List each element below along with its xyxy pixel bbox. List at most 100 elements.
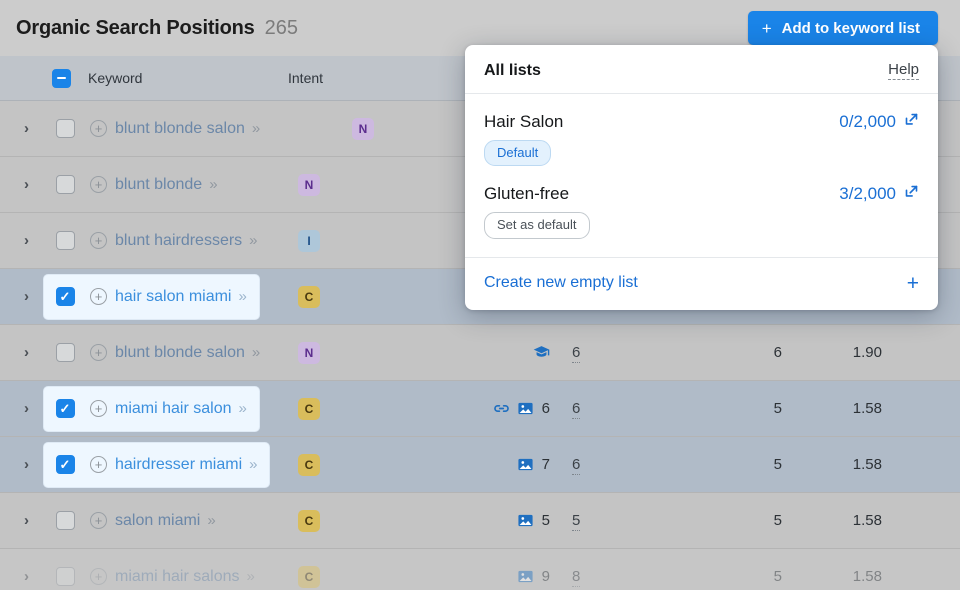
table-row[interactable]: › + miami hair salons » C 9 8 5 1.58 — [0, 549, 960, 590]
keyword-selection-cell[interactable]: + salon miami » — [44, 499, 216, 543]
keyword-list-item[interactable]: Hair Salon 0/2,000 Default — [484, 106, 919, 178]
graduation-cap-icon[interactable] — [533, 344, 550, 361]
link-icon[interactable] — [493, 400, 510, 417]
keyword-list-item[interactable]: Gluten-free 3/2,000 Set as default — [484, 178, 919, 250]
add-keyword-icon[interactable]: + — [90, 400, 107, 417]
keyword-details-chevrons-icon[interactable]: » — [249, 232, 257, 249]
intent-badge[interactable]: C — [298, 565, 320, 588]
intent-badge[interactable]: C — [298, 397, 320, 420]
metric-2-cell: 1.58 — [852, 400, 882, 417]
serp-features-cell: 6 — [408, 400, 558, 417]
keyword-selection-cell[interactable]: ✓ + hair salon miami » — [44, 274, 259, 319]
intent-badge[interactable]: N — [352, 117, 374, 140]
intent-badge[interactable]: C — [298, 509, 320, 532]
row-checkbox[interactable] — [55, 175, 75, 194]
keyword-selection-cell[interactable]: + blunt blonde salon » — [44, 107, 260, 151]
image-icon[interactable] — [517, 512, 534, 529]
add-keyword-icon[interactable]: + — [90, 288, 107, 305]
expand-row-chevron-icon[interactable]: › — [0, 400, 44, 417]
add-keyword-icon[interactable]: + — [90, 456, 107, 473]
image-icon[interactable] — [517, 568, 534, 585]
table-row[interactable]: › ✓ + miami hair salon » C 6 6 5 1.58 — [0, 381, 960, 437]
keyword-list-pill[interactable]: Set as default — [484, 212, 590, 239]
expand-row-chevron-icon[interactable]: › — [0, 344, 44, 361]
keyword-selection-cell[interactable]: ✓ + miami hair salon » — [44, 386, 259, 431]
volume-cell: 5 — [558, 511, 678, 531]
serp-features-cell — [408, 344, 558, 361]
image-icon[interactable] — [517, 456, 534, 473]
keyword-details-chevrons-icon[interactable]: » — [207, 512, 215, 529]
volume-link[interactable]: 6 — [572, 455, 581, 475]
external-link-icon[interactable] — [904, 184, 919, 204]
add-keyword-icon[interactable]: + — [90, 176, 107, 193]
keyword-details-chevrons-icon[interactable]: » — [238, 288, 246, 305]
keyword-link[interactable]: blunt blonde salon — [115, 120, 245, 138]
expand-row-chevron-icon[interactable]: › — [0, 120, 44, 137]
intent-badge[interactable]: N — [298, 341, 320, 364]
intent-badge[interactable]: C — [298, 453, 320, 476]
intent-badge[interactable]: C — [298, 285, 320, 308]
keyword-link[interactable]: hair salon miami — [115, 288, 231, 306]
row-checkbox[interactable] — [55, 119, 75, 138]
volume-link[interactable]: 6 — [572, 399, 581, 419]
volume-link[interactable]: 6 — [572, 343, 581, 363]
row-checkbox[interactable]: ✓ — [55, 455, 75, 474]
row-checkbox[interactable] — [55, 511, 75, 530]
external-link-icon[interactable] — [904, 112, 919, 132]
keyword-link[interactable]: blunt blonde salon — [115, 344, 245, 362]
table-row[interactable]: › + salon miami » C 5 5 5 1.58 — [0, 493, 960, 549]
serp-feature-count: 7 — [541, 456, 550, 473]
keyword-list-open[interactable]: 3/2,000 — [839, 184, 919, 204]
row-checkbox[interactable] — [55, 343, 75, 362]
select-all-cell[interactable] — [44, 68, 78, 88]
row-checkbox[interactable]: ✓ — [55, 399, 75, 418]
keyword-details-chevrons-icon[interactable]: » — [246, 568, 254, 585]
column-header-intent[interactable]: Intent — [288, 70, 408, 86]
expand-row-chevron-icon[interactable]: › — [0, 232, 44, 249]
intent-badge[interactable]: I — [298, 229, 320, 252]
select-all-checkbox[interactable] — [51, 68, 71, 88]
intent-badge[interactable]: N — [298, 173, 320, 196]
keyword-details-chevrons-icon[interactable]: » — [209, 176, 217, 193]
add-keyword-icon[interactable]: + — [90, 568, 107, 585]
keyword-details-chevrons-icon[interactable]: » — [252, 344, 260, 361]
add-keyword-icon[interactable]: + — [90, 344, 107, 361]
help-link[interactable]: Help — [888, 61, 919, 80]
add-keyword-icon[interactable]: + — [90, 512, 107, 529]
keyword-details-chevrons-icon[interactable]: » — [238, 400, 246, 417]
serp-features-cell: 5 — [408, 512, 558, 529]
table-row[interactable]: › + blunt blonde salon » N 6 6 1.90 — [0, 325, 960, 381]
keyword-link[interactable]: miami hair salon — [115, 400, 231, 418]
table-row[interactable]: › ✓ + hairdresser miami » C 7 6 5 1.58 — [0, 437, 960, 493]
row-checkbox[interactable] — [55, 231, 75, 250]
keyword-list-open[interactable]: 0/2,000 — [839, 112, 919, 132]
expand-row-chevron-icon[interactable]: › — [0, 568, 44, 585]
column-header-keyword[interactable]: Keyword — [78, 70, 288, 86]
add-keyword-icon[interactable]: + — [90, 120, 107, 137]
keyword-selection-cell[interactable]: + blunt blonde salon » — [44, 331, 260, 375]
expand-row-chevron-icon[interactable]: › — [0, 288, 44, 305]
add-to-keyword-list-button[interactable]: + Add to keyword list — [747, 11, 938, 45]
keyword-selection-cell[interactable]: + blunt blonde » — [44, 163, 218, 207]
create-new-empty-list-button[interactable]: Create new empty list + — [465, 256, 938, 310]
keyword-selection-cell[interactable]: + miami hair salons » — [44, 555, 255, 590]
keyword-selection-cell[interactable]: + blunt hairdressers » — [44, 219, 258, 263]
expand-row-chevron-icon[interactable]: › — [0, 456, 44, 473]
keyword-link[interactable]: salon miami — [115, 512, 200, 530]
row-checkbox[interactable]: ✓ — [55, 287, 75, 306]
keyword-link[interactable]: blunt hairdressers — [115, 232, 242, 250]
volume-link[interactable]: 5 — [572, 511, 581, 531]
add-keyword-icon[interactable]: + — [90, 232, 107, 249]
image-icon[interactable] — [517, 400, 534, 417]
keyword-link[interactable]: miami hair salons — [115, 568, 239, 586]
keyword-selection-cell[interactable]: ✓ + hairdresser miami » — [44, 442, 270, 487]
expand-row-chevron-icon[interactable]: › — [0, 176, 44, 193]
keyword-link[interactable]: blunt blonde — [115, 176, 202, 194]
expand-row-chevron-icon[interactable]: › — [0, 512, 44, 529]
volume-link[interactable]: 8 — [572, 567, 581, 587]
keyword-details-chevrons-icon[interactable]: » — [252, 120, 260, 137]
row-checkbox[interactable] — [55, 567, 75, 586]
keyword-details-chevrons-icon[interactable]: » — [249, 456, 257, 473]
metric-2-cell: 1.90 — [852, 344, 882, 361]
keyword-link[interactable]: hairdresser miami — [115, 456, 242, 474]
